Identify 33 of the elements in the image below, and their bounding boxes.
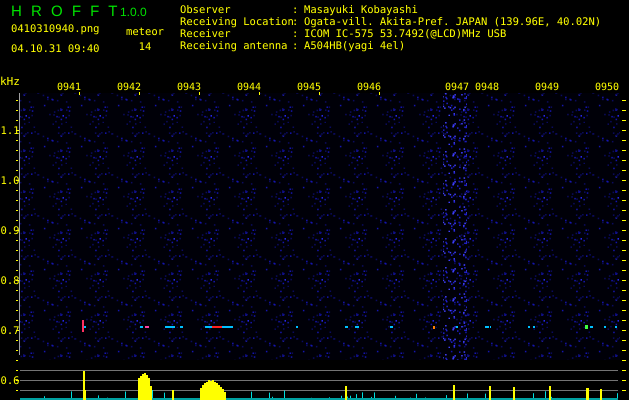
file-name: 0410310940.png [11,23,101,35]
app-title: H R O F F T [11,4,120,19]
info-label: Receiving antenna [180,40,288,52]
time-label: 0943 [177,82,202,93]
time-label: 0950 [595,82,620,93]
info-value: A504HB(yagi 4el) [304,40,406,52]
separator: : [292,40,300,52]
info-value: Masayuki Kobayashi [304,4,418,16]
meteor-count: 14 [138,41,152,53]
frequency-label: 0.6 [0,375,20,387]
info-label: Observer [180,4,232,16]
time-label: 0941 [57,82,82,93]
time-label: 0944 [237,82,262,93]
time-label: 0947 [445,82,470,93]
frequency-label: 1.1 [0,125,20,137]
version-number: 1.0.0 [120,5,147,19]
frequency-unit: kHz [0,75,20,88]
frequency-label: 0.7 [0,325,20,337]
info-label: Receiving Location [180,16,292,28]
separator: : [292,4,300,16]
time-label: 0949 [535,82,560,93]
separator: : [292,28,300,40]
time-label: 0948 [475,82,500,93]
info-value: Ogata-vill. Akita-Pref. JAPAN (139.96E, 40.02N) [304,16,602,28]
info-value: ICOM IC-575 53.7492(@LCD)MHz USB [304,28,506,40]
frequency-label: 0.8 [0,275,20,287]
date-time: 04.10.31 09:40 [11,43,101,55]
separator: : [292,16,300,28]
info-label: Receiver [180,28,232,40]
time-label: 0945 [297,82,322,93]
time-label: 0942 [117,82,142,93]
meteor-label: meteor [126,26,164,38]
time-label: 0946 [357,82,382,93]
